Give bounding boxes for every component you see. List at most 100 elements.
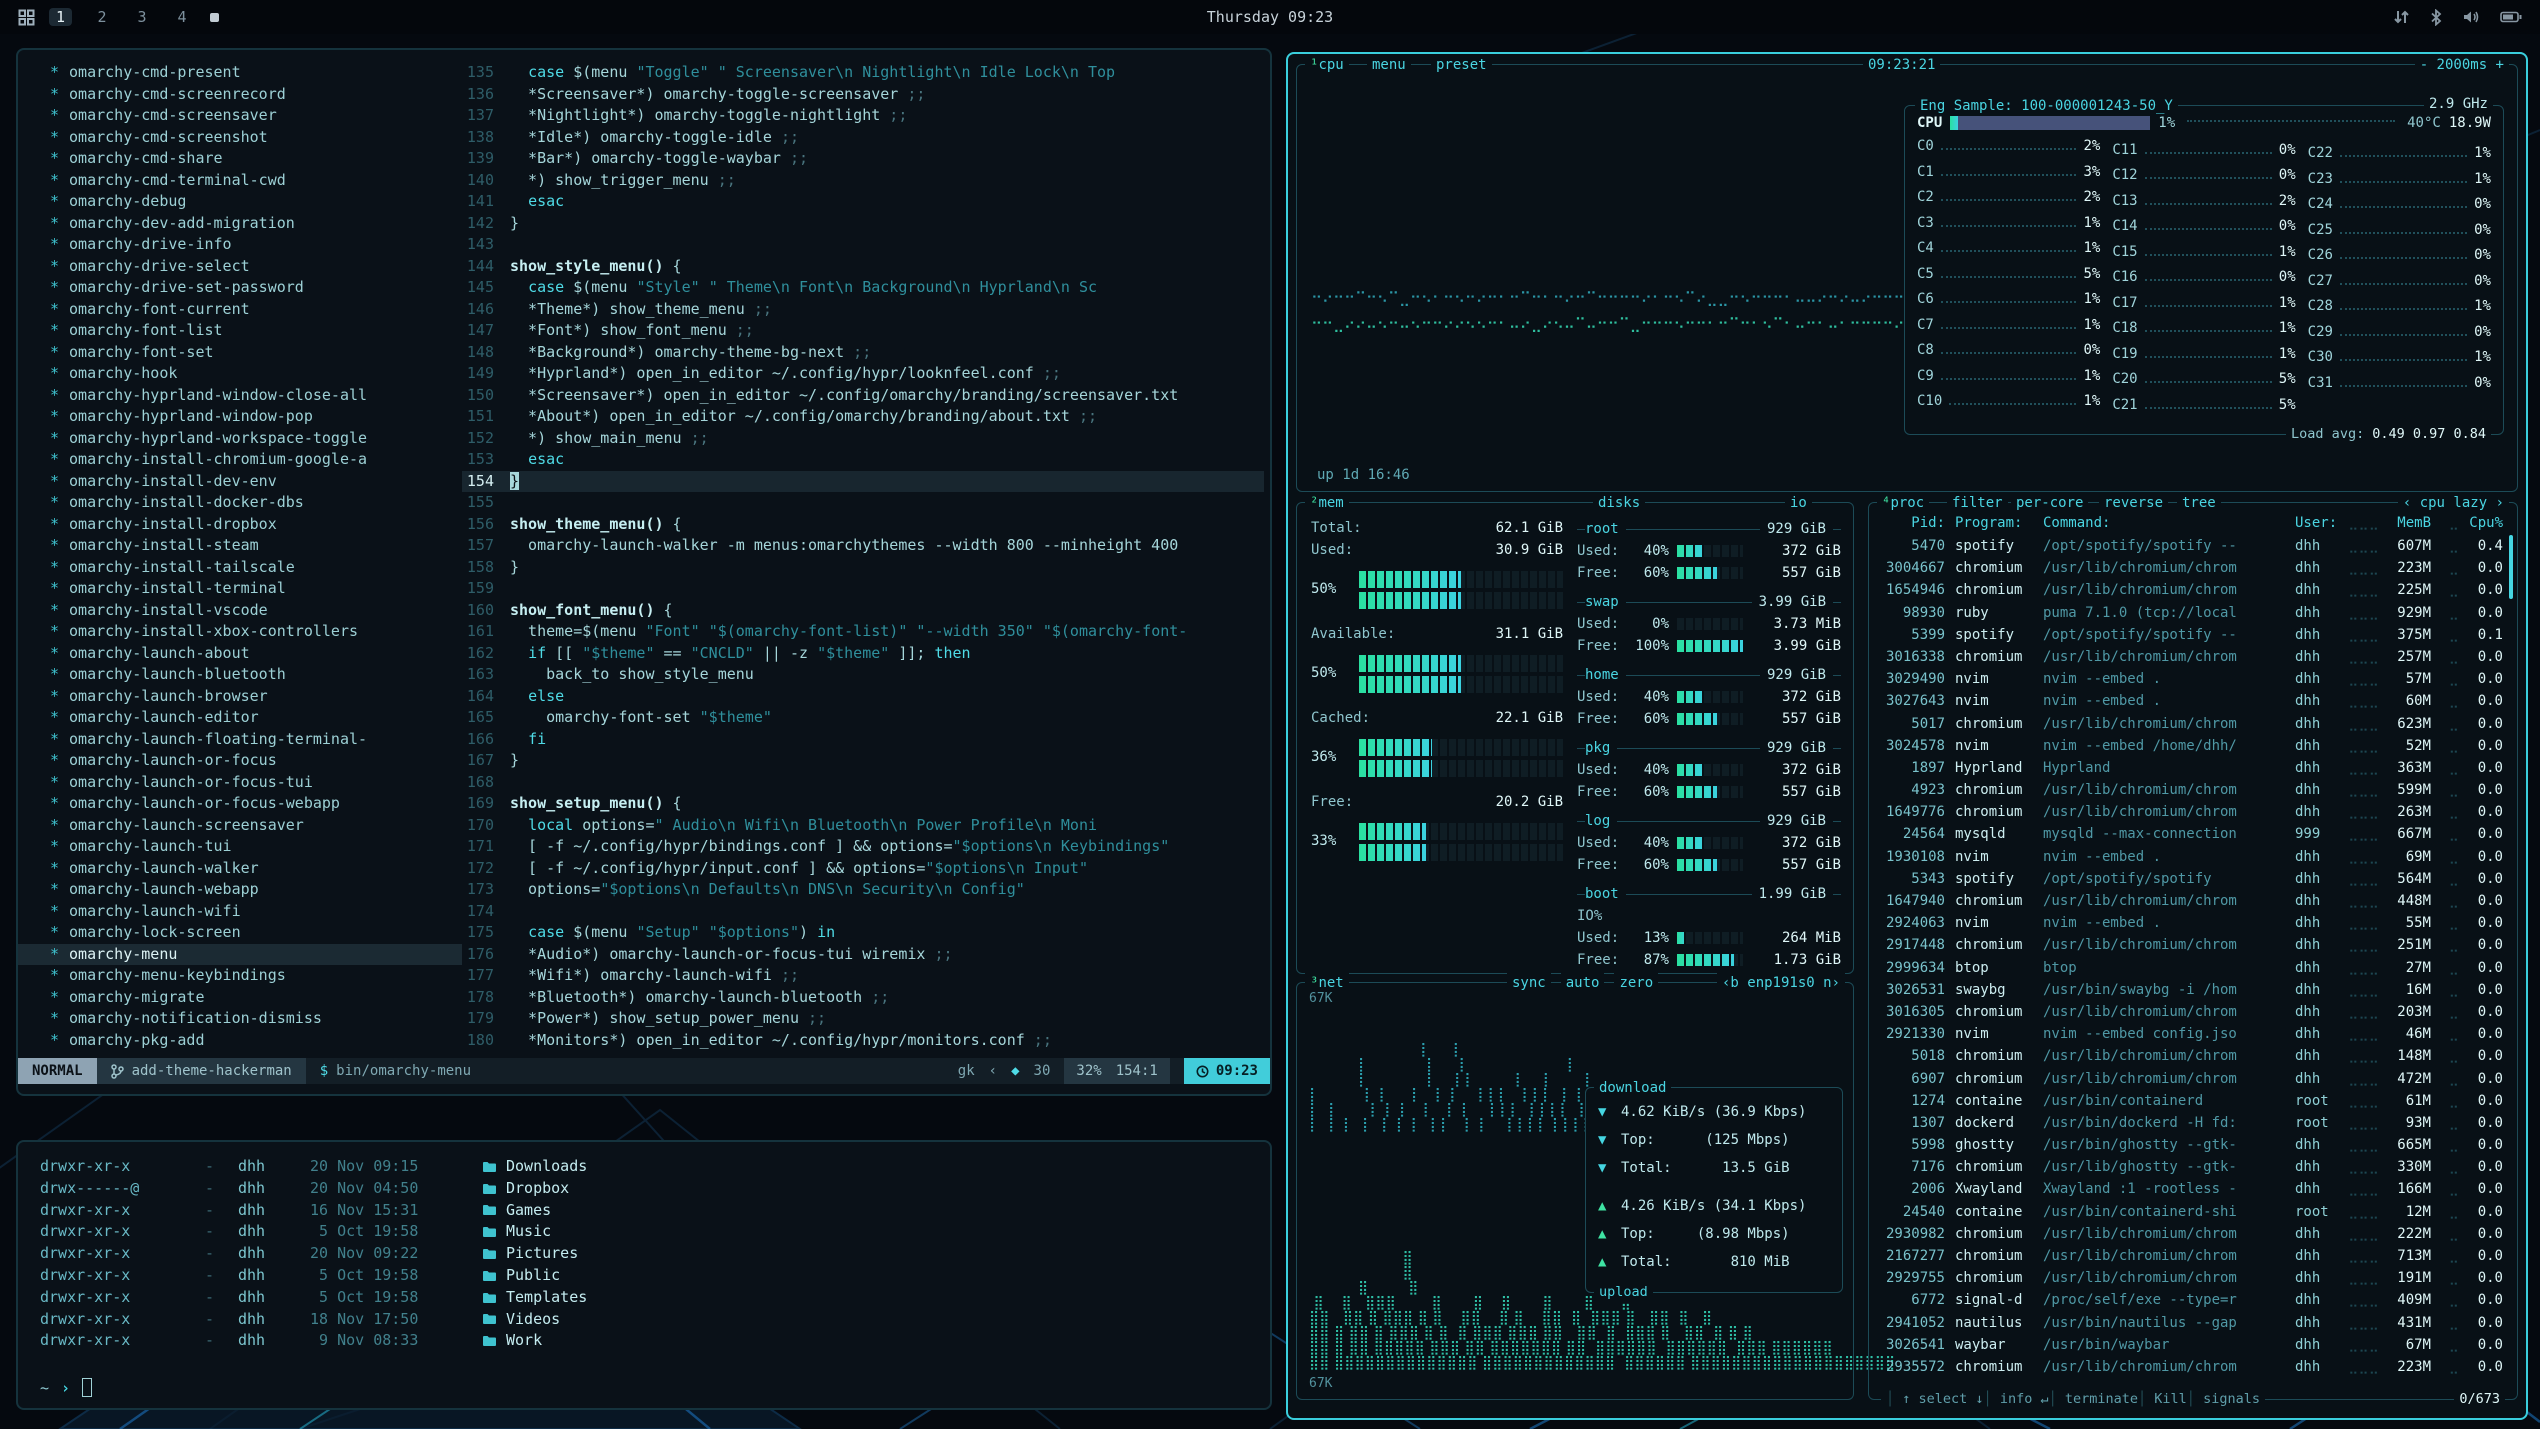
file-tree-item[interactable]: *omarchy-cmd-share — [18, 148, 462, 170]
tab-cpu[interactable]: ¹cpu — [1305, 55, 1349, 75]
process-row[interactable]: 5017chromium/usr/lib/chromium/chromdhh⣀⣀… — [1869, 713, 2517, 735]
file-tree-item[interactable]: *omarchy-launch-walker — [18, 858, 462, 880]
process-row[interactable]: 3024578nvimnvim --embed /home/dhh/dhh⣀⣀⣀… — [1869, 735, 2517, 757]
file-tree-item[interactable]: *omarchy-migrate — [18, 987, 462, 1009]
file-tree-item[interactable]: *omarchy-launch-screensaver — [18, 815, 462, 837]
code-line[interactable]: 158} — [462, 557, 1264, 579]
file-tree-item[interactable]: *omarchy-install-chromium-google-a — [18, 449, 462, 471]
process-row[interactable]: 2935572chromium/usr/lib/chromium/chromdh… — [1869, 1356, 2517, 1378]
code-line[interactable]: 157 omarchy-launch-walker -m menus:omarc… — [462, 535, 1264, 557]
code-line[interactable]: 154} — [462, 471, 1264, 493]
file-tree-item[interactable]: *omarchy-dev-add-migration — [18, 213, 462, 235]
launcher-icon[interactable] — [18, 9, 35, 26]
file-tree-item[interactable]: *omarchy-launch-tui — [18, 836, 462, 858]
process-row[interactable]: 2921330nvimnvim --embed config.jsodhh⣀⣀⣀… — [1869, 1023, 2517, 1045]
file-tree-item[interactable]: *omarchy-cmd-screensaver — [18, 105, 462, 127]
tab-proc[interactable]: ⁴proc — [1877, 493, 1929, 513]
net-mode-button[interactable]: auto — [1561, 973, 1605, 993]
process-row[interactable]: 5018chromium/usr/lib/chromium/chromdhh⣀⣀… — [1869, 1045, 2517, 1067]
net-interface-switcher[interactable]: ‹b enp191s0 n› — [1717, 973, 1845, 993]
io-toggle[interactable]: io — [1785, 493, 1812, 513]
process-scrollbar[interactable] — [2509, 535, 2513, 599]
shell-prompt[interactable]: ~ › — [40, 1378, 92, 1397]
process-row[interactable]: 3016338chromium/usr/lib/chromium/chromdh… — [1869, 646, 2517, 668]
bluetooth-icon[interactable] — [2430, 9, 2442, 26]
process-row[interactable]: 6907chromium/usr/lib/chromium/chromdhh⣀⣀… — [1869, 1068, 2517, 1090]
process-action-button[interactable]: info ↵ — [1984, 1389, 2049, 1409]
process-row[interactable]: 3029490nvimnvim --embed .dhh⣀⣀⣀57M⣀0.0 — [1869, 668, 2517, 690]
file-tree-item[interactable]: *omarchy-hyprland-window-close-all — [18, 385, 462, 407]
file-tree-item[interactable]: *omarchy-font-set — [18, 342, 462, 364]
file-tree-item[interactable]: *omarchy-install-dev-env — [18, 471, 462, 493]
code-line[interactable]: 141 esac — [462, 191, 1264, 213]
disks-toggle[interactable]: disks — [1593, 493, 1645, 513]
code-line[interactable]: 145 case $(menu "Style" " Theme\n Font\n… — [462, 277, 1264, 299]
code-line[interactable]: 137 *Nightlight*) omarchy-toggle-nightli… — [462, 105, 1264, 127]
workspace-button[interactable]: 2 — [92, 8, 112, 26]
process-row[interactable]: 2917448chromium/usr/lib/chromium/chromdh… — [1869, 934, 2517, 956]
file-tree-item[interactable]: *omarchy-install-vscode — [18, 600, 462, 622]
tab-mem[interactable]: ²mem — [1305, 493, 1349, 513]
process-action-button[interactable]: signals — [2187, 1389, 2260, 1409]
file-tree-item[interactable]: *omarchy-font-current — [18, 299, 462, 321]
file-tree-item[interactable]: *omarchy-install-steam — [18, 535, 462, 557]
code-line[interactable]: 148 *Background*) omarchy-theme-bg-next … — [462, 342, 1264, 364]
code-line[interactable]: 140 *) show_trigger_menu ;; — [462, 170, 1264, 192]
process-row[interactable]: 5470spotify/opt/spotify/spotify --dhh⣀⣀⣀… — [1869, 535, 2517, 557]
process-row[interactable]: 3026531swaybg/usr/bin/swaybg -i /homdhh⣀… — [1869, 979, 2517, 1001]
file-tree-item[interactable]: *omarchy-lock-screen — [18, 922, 462, 944]
menu-button[interactable]: menu — [1367, 55, 1411, 75]
code-line[interactable]: 136 *Screensaver*) omarchy-toggle-screen… — [462, 84, 1264, 106]
workspace-button[interactable]: 1 — [49, 8, 72, 26]
process-row[interactable]: 6772signal-d/proc/self/exe --type=rdhh⣀⣀… — [1869, 1289, 2517, 1311]
tab-net[interactable]: ³net — [1305, 973, 1349, 993]
battery-icon[interactable] — [2500, 11, 2522, 23]
file-tree-item[interactable]: *omarchy-launch-or-focus-tui — [18, 772, 462, 794]
process-row[interactable]: 4923chromium/usr/lib/chromium/chromdhh⣀⣀… — [1869, 779, 2517, 801]
process-row[interactable]: 24540containe/usr/bin/containerd-shiroot… — [1869, 1201, 2517, 1223]
process-row[interactable]: 1307dockerd/usr/bin/dockerd -H fd:root⣀⣀… — [1869, 1112, 2517, 1134]
file-tree-item[interactable]: *omarchy-hook — [18, 363, 462, 385]
file-tree-item[interactable]: *omarchy-launch-about — [18, 643, 462, 665]
update-interval-control[interactable]: - 2000ms + — [2415, 55, 2509, 75]
code-line[interactable]: 176 *Audio*) omarchy-launch-or-focus-tui… — [462, 944, 1264, 966]
process-row[interactable]: 2929755chromium/usr/lib/chromium/chromdh… — [1869, 1267, 2517, 1289]
file-tree-item[interactable]: *omarchy-hyprland-window-pop — [18, 406, 462, 428]
process-row[interactable]: 3004667chromium/usr/lib/chromium/chromdh… — [1869, 557, 2517, 579]
code-buffer[interactable]: 135 case $(menu "Toggle" " Screensaver\n… — [462, 62, 1264, 1051]
file-tree-item[interactable]: *omarchy-pkg-add — [18, 1030, 462, 1052]
process-row[interactable]: 5998ghostty/usr/bin/ghostty --gtk-dhh⣀⣀⣀… — [1869, 1134, 2517, 1156]
code-line[interactable]: 156show_theme_menu() { — [462, 514, 1264, 536]
file-tree-item[interactable]: *omarchy-launch-bluetooth — [18, 664, 462, 686]
file-tree-item[interactable]: *omarchy-launch-floating-terminal- — [18, 729, 462, 751]
code-line[interactable]: 147 *Font*) show_font_menu ;; — [462, 320, 1264, 342]
process-row[interactable]: 3016305chromium/usr/lib/chromium/chromdh… — [1869, 1001, 2517, 1023]
file-tree-item[interactable]: *omarchy-cmd-terminal-cwd — [18, 170, 462, 192]
file-tree-item[interactable]: *omarchy-launch-webapp — [18, 879, 462, 901]
code-line[interactable]: 175 case $(menu "Setup" "$options") in — [462, 922, 1264, 944]
net-mode-button[interactable]: zero — [1614, 973, 1658, 993]
code-line[interactable]: 151 *About*) open_in_editor ~/.config/om… — [462, 406, 1264, 428]
code-line[interactable]: 149 *Hyprland*) open_in_editor ~/.config… — [462, 363, 1264, 385]
file-tree-item[interactable]: *omarchy-launch-editor — [18, 707, 462, 729]
filter-button[interactable]: filter — [1947, 493, 2008, 513]
code-line[interactable]: 164 else — [462, 686, 1264, 708]
sort-selector[interactable]: ‹ cpu lazy › — [2398, 493, 2509, 513]
process-row[interactable]: 2006XwaylandXwayland :1 -rootless -dhh⣀⣀… — [1869, 1178, 2517, 1200]
code-line[interactable]: 155 — [462, 492, 1264, 514]
process-action-button[interactable]: terminate — [2049, 1389, 2138, 1409]
code-line[interactable]: 143 — [462, 234, 1264, 256]
file-tree-item[interactable]: *omarchy-install-xbox-controllers — [18, 621, 462, 643]
process-row[interactable]: 1274containe/usr/bin/containerdroot⣀⣀⣀61… — [1869, 1090, 2517, 1112]
code-line[interactable]: 171 [ -f ~/.config/hypr/bindings.conf ] … — [462, 836, 1264, 858]
process-table-header[interactable]: Pid: Program: Command: User: ⣀⣀⣀ MemB ⣀ … — [1879, 511, 2503, 535]
file-tree-item[interactable]: *omarchy-cmd-screenrecord — [18, 84, 462, 106]
code-line[interactable]: 152 *) show_main_menu ;; — [462, 428, 1264, 450]
file-tree-item[interactable]: *omarchy-install-tailscale — [18, 557, 462, 579]
code-line[interactable]: 178 *Bluetooth*) omarchy-launch-bluetoot… — [462, 987, 1264, 1009]
code-line[interactable]: 144show_style_menu() { — [462, 256, 1264, 278]
file-tree-item[interactable]: *omarchy-install-dropbox — [18, 514, 462, 536]
file-tree-item[interactable]: *omarchy-debug — [18, 191, 462, 213]
process-row[interactable]: 2924063nvimnvim --embed .dhh⣀⣀⣀55M⣀0.0 — [1869, 912, 2517, 934]
process-row[interactable]: 2167277chromium/usr/lib/chromium/chromdh… — [1869, 1245, 2517, 1267]
